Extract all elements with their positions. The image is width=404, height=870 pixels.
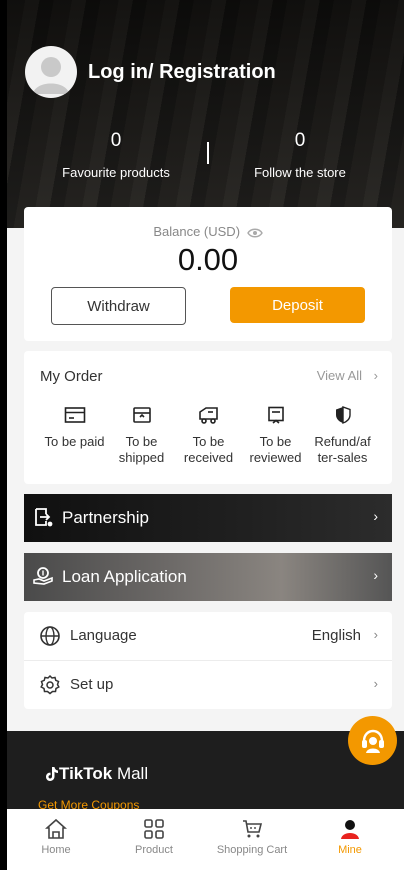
follow-store-stat[interactable]: 0 Follow the store <box>210 130 390 180</box>
loan-icon <box>33 567 53 585</box>
partnership-banner[interactable]: Partnership › <box>24 494 392 542</box>
language-row[interactable]: Language English › <box>24 612 392 660</box>
tab-label: Product <box>135 844 173 856</box>
grid-icon <box>144 819 164 839</box>
order-item-label: To be paid <box>44 434 105 449</box>
order-status-list: To be paid To be shipped To be received <box>24 406 392 466</box>
bottom-tab-bar: Home Product Shopping Cart Mine <box>7 809 404 870</box>
chevron-right-icon: › <box>373 627 378 642</box>
chevron-right-icon: › <box>373 567 378 583</box>
headset-icon <box>361 729 384 753</box>
tiktok-mall-logo: TikTok Mall <box>45 764 148 784</box>
balance-label-text: Balance (USD) <box>153 224 241 239</box>
language-label: Language <box>70 627 137 644</box>
tab-label: Home <box>41 844 71 856</box>
brand-mall-text: Mall <box>112 764 149 783</box>
globe-icon <box>40 626 60 646</box>
login-registration-link[interactable]: Log in/ Registration <box>88 61 276 84</box>
chevron-right-icon: › <box>373 508 378 524</box>
balance-value: 0.00 <box>177 242 239 277</box>
tab-mine[interactable]: Mine <box>301 809 399 870</box>
setup-row[interactable]: Set up › <box>24 661 392 709</box>
order-item-label: To be received <box>183 434 234 465</box>
chevron-right-icon: › <box>373 368 378 383</box>
truck-icon <box>198 407 218 424</box>
favourite-label: Favourite products <box>62 165 170 180</box>
follow-label: Follow the store <box>254 165 346 180</box>
profile-header: Log in/ Registration 0 Favourite product… <box>7 0 404 228</box>
view-all-label: View All <box>316 368 363 383</box>
cart-icon <box>243 820 263 838</box>
partnership-icon <box>35 508 53 527</box>
chevron-right-icon: › <box>373 676 378 691</box>
withdraw-button[interactable]: Withdraw <box>51 287 186 325</box>
partnership-label: Partnership <box>62 508 149 527</box>
my-order-title: My Order <box>40 368 103 385</box>
tab-label: Shopping Cart <box>216 844 288 856</box>
tab-home[interactable]: Home <box>7 809 105 870</box>
customer-service-button[interactable] <box>348 716 397 765</box>
view-all-link[interactable]: View All › <box>317 368 378 383</box>
shield-icon <box>335 406 351 424</box>
loan-application-label: Loan Application <box>62 567 187 586</box>
favourite-count: 0 <box>110 130 122 151</box>
setup-label: Set up <box>70 676 114 693</box>
profile-page: Log in/ Registration 0 Favourite product… <box>7 0 404 870</box>
order-to-be-paid[interactable]: To be paid <box>41 406 108 466</box>
order-refund-after-sales[interactable]: Refund/af ter-sales <box>309 406 376 466</box>
order-to-be-reviewed[interactable]: To be reviewed <box>242 406 309 466</box>
tab-product[interactable]: Product <box>105 809 203 870</box>
order-to-be-shipped[interactable]: To be shipped <box>108 406 175 466</box>
order-item-label: Refund/af ter-sales <box>314 434 371 465</box>
balance-card: Balance (USD) 0.00 Withdraw Deposit <box>24 207 392 341</box>
avatar-icon <box>33 57 69 94</box>
eye-icon[interactable] <box>246 227 263 239</box>
follow-count: 0 <box>294 130 306 151</box>
order-item-label: To be reviewed <box>249 434 302 465</box>
balance-label: Balance (USD) <box>24 224 392 239</box>
tab-label: Mine <box>338 844 362 856</box>
tab-shopping-cart[interactable]: Shopping Cart <box>203 809 301 870</box>
card-icon <box>64 407 85 423</box>
order-to-be-received[interactable]: To be received <box>175 406 242 466</box>
stat-divider <box>207 142 209 164</box>
brand-tiktok-text: TikTok <box>59 764 113 783</box>
favourite-products-stat[interactable]: 0 Favourite products <box>26 130 206 180</box>
language-value: English <box>311 627 361 644</box>
review-icon <box>267 406 284 424</box>
gear-icon <box>40 674 60 695</box>
my-order-card: My Order View All › To be paid To be shi… <box>24 351 392 484</box>
deposit-button[interactable]: Deposit <box>230 287 365 323</box>
order-item-label: To be shipped <box>118 434 165 465</box>
avatar[interactable] <box>25 46 77 98</box>
loan-application-banner[interactable]: Loan Application › <box>24 553 392 601</box>
box-icon <box>132 407 151 423</box>
tiktok-icon <box>46 767 58 781</box>
settings-card: Language English › Set up › <box>24 612 392 709</box>
user-icon <box>341 820 359 839</box>
home-icon <box>45 818 67 839</box>
